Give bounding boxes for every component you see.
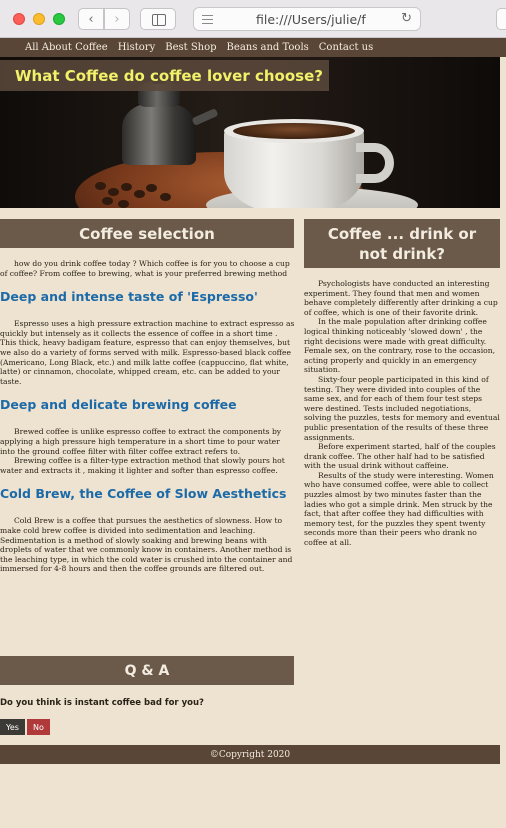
zoom-window-button[interactable]: [53, 13, 65, 25]
cup-handle: [356, 143, 394, 183]
experiment-paragraph: Before experiment started, half of the c…: [304, 442, 496, 471]
cold-brew-heading: Cold Brew, the Coffee of Slow Aesthetics: [0, 486, 287, 502]
qa-header: Q & A: [0, 656, 294, 685]
coffee-bean: [108, 188, 119, 196]
hero-banner: What Coffee do coffee lover choose?: [0, 57, 500, 208]
nav-all-about-coffee[interactable]: All About Coffee: [25, 42, 108, 53]
experiment-paragraph: Psychologists have conducted an interest…: [304, 279, 498, 317]
experiment-paragraph: Results of the study were interesting. W…: [304, 470, 494, 548]
coffee-selection-header: Coffee selection: [0, 219, 294, 248]
browser-toolbar: ‹ › file:///Users/julie/f ↻: [0, 0, 506, 38]
drink-or-not-header: Coffee ... drink or not drink?: [304, 219, 500, 268]
share-button[interactable]: [496, 8, 506, 30]
coffee-bean: [121, 183, 132, 191]
close-window-button[interactable]: [13, 13, 25, 25]
brewing-paragraph: Brewing coffee is a filter-type extracti…: [0, 456, 285, 475]
hero-title: What Coffee do coffee lover choose?: [0, 60, 329, 91]
chevron-right-icon: ›: [114, 11, 120, 27]
address-bar[interactable]: file:///Users/julie/f ↻: [193, 7, 421, 31]
reader-icon: [202, 15, 213, 24]
qa-question: Do you think is instant coffee bad for y…: [0, 698, 204, 708]
forward-button[interactable]: ›: [104, 8, 130, 30]
site-nav: All About Coffee History Best Shop Beans…: [0, 38, 506, 57]
coffee-bean: [134, 190, 145, 198]
nav-beans-and-tools[interactable]: Beans and Tools: [227, 42, 309, 53]
intro-paragraph: how do you drink coffee today ? Which co…: [0, 259, 290, 278]
nav-best-shop[interactable]: Best Shop: [165, 42, 216, 53]
experiment-paragraph: In the male population after drinking co…: [304, 317, 496, 375]
footer: ©Copyright 2020: [0, 745, 500, 764]
coffee-surface: [233, 123, 355, 139]
experiment-paragraph: Sixty-four people participated in this k…: [304, 374, 500, 442]
espresso-paragraph: Espresso uses a high pressure extraction…: [0, 319, 295, 386]
coffee-bean: [146, 184, 157, 192]
sidebar-toggle-button[interactable]: [140, 8, 176, 30]
coffee-bean: [95, 182, 106, 190]
cold-brew-paragraph: Cold Brew is a coffee that pursues the a…: [0, 516, 293, 574]
brewing-paragraph: Brewed coffee is unlike espresso coffee …: [0, 427, 282, 456]
copyright-text: ©Copyright 2020: [209, 749, 291, 760]
back-button[interactable]: ‹: [78, 8, 104, 30]
coffee-bean: [118, 200, 129, 208]
coffee-bean: [160, 193, 171, 201]
minimize-window-button[interactable]: [33, 13, 45, 25]
chevron-left-icon: ‹: [88, 11, 94, 27]
coffee-bean: [102, 197, 113, 205]
brewing-heading: Deep and delicate brewing coffee: [0, 397, 237, 413]
espresso-heading: Deep and intense taste of 'Espresso': [0, 289, 258, 305]
nav-history[interactable]: History: [118, 42, 156, 53]
nav-contact-us[interactable]: Contact us: [319, 42, 373, 53]
drink-or-not-section: Psychologists have conducted an interest…: [304, 279, 500, 548]
no-button[interactable]: No: [27, 719, 50, 735]
address-text: file:///Users/julie/f: [256, 12, 366, 27]
coffee-selection-section: how do you drink coffee today ? Which co…: [0, 259, 296, 574]
reload-icon[interactable]: ↻: [401, 11, 412, 26]
yes-button[interactable]: Yes: [0, 719, 25, 735]
